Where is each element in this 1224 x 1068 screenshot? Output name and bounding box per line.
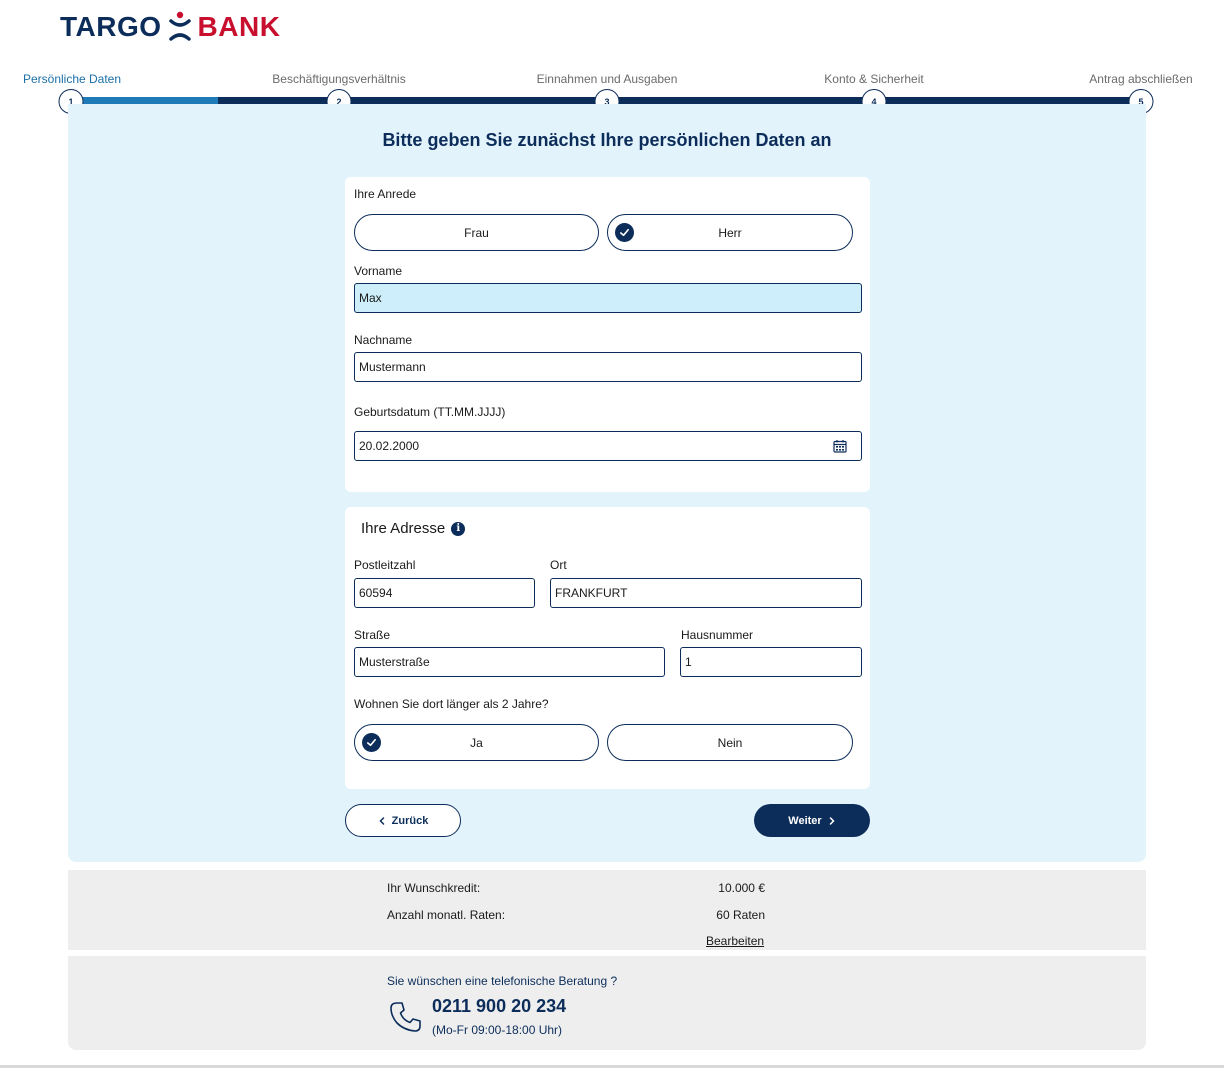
phone-number[interactable]: 0211 900 20 234 bbox=[432, 996, 566, 1017]
check-icon bbox=[615, 223, 634, 242]
step-label-5: Antrag abschließen bbox=[1089, 72, 1193, 86]
contact-panel bbox=[68, 956, 1146, 1050]
phone-hours: (Mo-Fr 09:00-18:00 Uhr) bbox=[432, 1023, 563, 1037]
housenumber-label: Hausnummer bbox=[681, 628, 754, 642]
step-label-2: Beschäftigungsverhältnis bbox=[272, 72, 406, 86]
back-button-label: Zurück bbox=[391, 814, 429, 827]
duration-option-nein[interactable]: Nein bbox=[607, 724, 853, 761]
birthdate-input[interactable]: 20.02.2000 bbox=[354, 431, 862, 461]
salutation-option-frau-label: Frau bbox=[464, 225, 489, 240]
firstname-label: Vorname bbox=[354, 264, 403, 278]
street-input[interactable]: Musterstraße bbox=[354, 647, 665, 677]
next-button-label: Weiter bbox=[788, 814, 822, 827]
address-title-text: Ihre Adresse bbox=[361, 520, 446, 537]
zip-input[interactable]: 60594 bbox=[354, 578, 535, 608]
phone-consultation-question: Sie wünschen eine telefonische Beratung … bbox=[387, 974, 618, 988]
loan-summary-panel bbox=[68, 870, 1146, 950]
address-card: Ihre Adresse i Postleitzahl 60594 Ort FR… bbox=[345, 507, 870, 789]
city-label: Ort bbox=[550, 558, 567, 572]
targobank-logo[interactable]: TARGO BANK bbox=[60, 10, 280, 44]
step-label-1: Persönliche Daten bbox=[22, 72, 122, 86]
phone-icon bbox=[390, 1002, 421, 1032]
salutation-option-frau[interactable]: Frau bbox=[354, 214, 599, 251]
lastname-label: Nachname bbox=[354, 333, 413, 347]
personal-data-card: Ihre Anrede Frau Herr Vorname Max Nachna… bbox=[345, 177, 870, 492]
housenumber-input[interactable]: 1 bbox=[680, 647, 862, 677]
birthdate-value: 20.02.2000 bbox=[359, 439, 420, 453]
logo-text-bank: BANK bbox=[197, 11, 281, 42]
firstname-input[interactable]: Max bbox=[354, 283, 862, 313]
logo-text-targo: TARGO bbox=[60, 11, 162, 42]
step-label-4: Konto & Sicherheit bbox=[824, 72, 924, 86]
check-icon bbox=[362, 733, 381, 752]
city-input[interactable]: FRANKFURT bbox=[550, 578, 862, 608]
rates-count-value: 60 Raten bbox=[716, 908, 765, 922]
rates-count-label: Anzahl monatl. Raten: bbox=[387, 908, 506, 922]
calendar-icon[interactable] bbox=[833, 439, 847, 453]
back-button[interactable]: Zurück bbox=[345, 804, 461, 837]
page-title: Bitte geben Sie zunächst Ihre persönlich… bbox=[382, 130, 832, 150]
chevron-right-icon bbox=[829, 816, 835, 825]
duration-option-ja[interactable]: Ja bbox=[354, 724, 599, 761]
duration-option-nein-label: Nein bbox=[717, 735, 743, 750]
salutation-label: Ihre Anrede bbox=[354, 187, 417, 201]
logo-mark-icon bbox=[168, 11, 191, 41]
next-button[interactable]: Weiter bbox=[754, 804, 870, 837]
street-label: Straße bbox=[354, 628, 391, 642]
salutation-option-herr-label: Herr bbox=[718, 225, 742, 240]
birthdate-label: Geburtsdatum (TT.MM.JJJJ) bbox=[354, 405, 506, 419]
credit-amount-value: 10.000 € bbox=[718, 881, 765, 895]
duration-option-ja-label: Ja bbox=[470, 735, 483, 750]
residence-duration-question: Wohnen Sie dort länger als 2 Jahre? bbox=[354, 697, 549, 711]
zip-label: Postleitzahl bbox=[354, 558, 416, 572]
lastname-input[interactable]: Mustermann bbox=[354, 352, 862, 382]
edit-link[interactable]: Bearbeiten bbox=[706, 934, 764, 948]
address-section-title: Ihre Adresse i bbox=[361, 520, 466, 537]
step-label-3: Einnahmen und Ausgaben bbox=[536, 72, 678, 86]
info-icon[interactable]: i bbox=[451, 521, 466, 536]
chevron-left-icon bbox=[379, 816, 384, 825]
credit-amount-label: Ihr Wunschkredit: bbox=[387, 881, 481, 895]
salutation-option-herr[interactable]: Herr bbox=[607, 214, 853, 251]
